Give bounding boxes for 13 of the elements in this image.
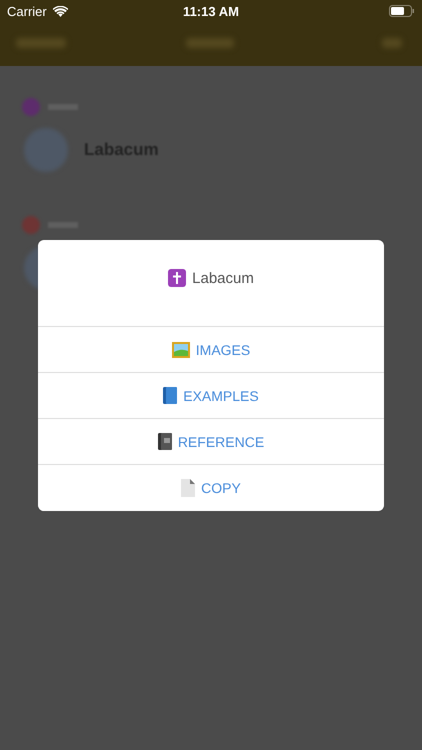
framed-picture-icon <box>172 342 190 358</box>
page-icon <box>181 479 196 497</box>
carrier-label: Carrier <box>7 4 47 18</box>
wifi-icon <box>52 6 68 16</box>
section-icon <box>22 98 40 116</box>
dialog-title: Labacum <box>192 270 254 286</box>
battery-icon <box>389 5 415 17</box>
avatar-icon <box>24 128 68 172</box>
section-icon <box>22 216 40 234</box>
clock: 11:13 AM <box>183 4 239 18</box>
book-icon <box>158 433 172 450</box>
book-icon <box>163 387 178 404</box>
cross-icon <box>168 269 186 287</box>
